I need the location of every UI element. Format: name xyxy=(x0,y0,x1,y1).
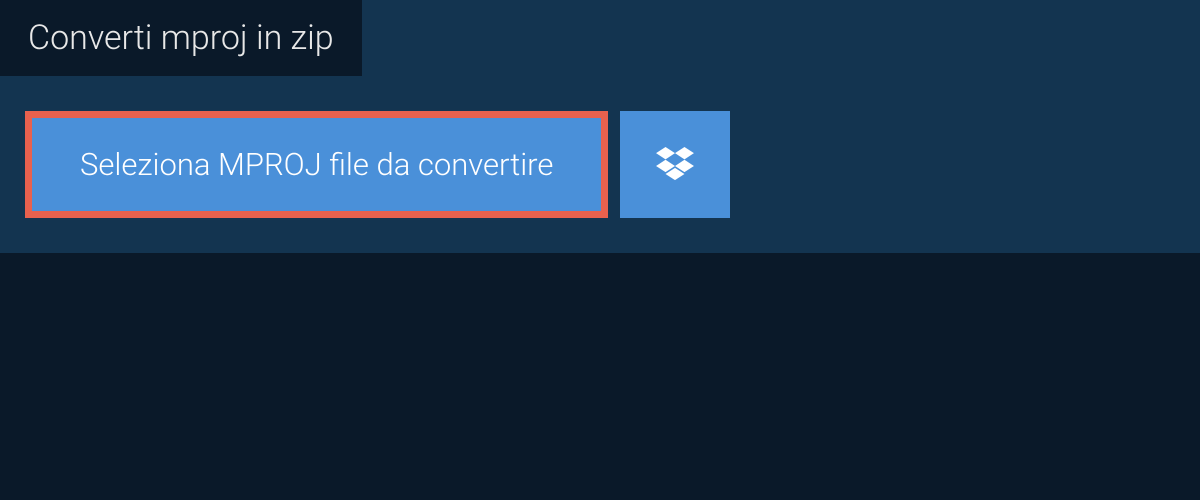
content-area: Seleziona MPROJ file da convertire xyxy=(0,76,1200,253)
button-row: Seleziona MPROJ file da convertire xyxy=(25,111,1175,218)
dropbox-button[interactable] xyxy=(620,111,730,218)
select-file-label: Seleziona MPROJ file da convertire xyxy=(80,146,553,183)
tab-title-text: Converti mproj in zip xyxy=(28,18,334,58)
dropbox-icon xyxy=(656,147,694,183)
converter-panel: Converti mproj in zip Seleziona MPROJ fi… xyxy=(0,0,1200,253)
tab-title: Converti mproj in zip xyxy=(0,0,362,76)
select-file-button[interactable]: Seleziona MPROJ file da convertire xyxy=(25,111,608,218)
